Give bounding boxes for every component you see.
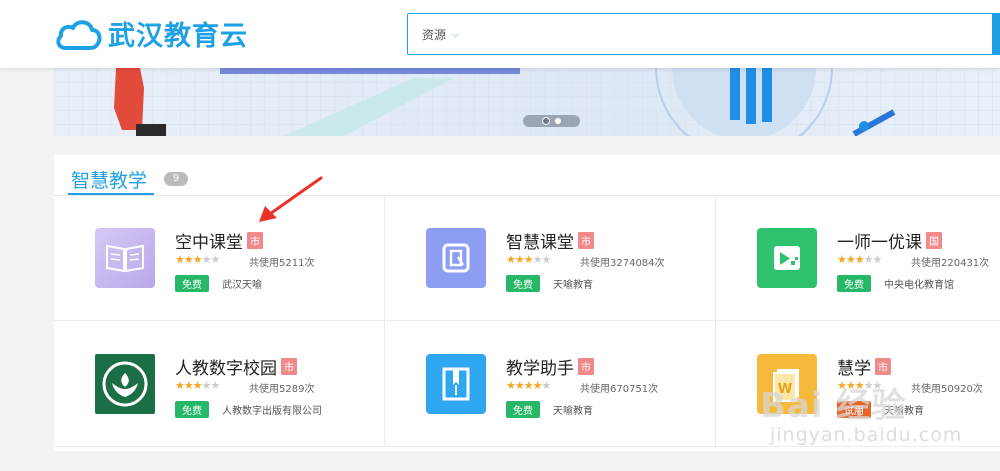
publisher: 武汉天喻 xyxy=(222,280,262,291)
section-header: 智慧教学 9 xyxy=(54,155,1000,196)
price-badge: 免费 xyxy=(506,401,540,418)
watermark-url: jingyan.baidu.com xyxy=(770,424,963,446)
chevron-down-icon: ⌵ xyxy=(452,29,459,40)
publisher: 人教数字出版有限公司 xyxy=(222,406,322,417)
app-card[interactable]: 一师一优课国 ★★★★★ 共使用220431次 免费 中央电化教育馆 xyxy=(716,195,1000,321)
section-title[interactable]: 智慧教学 xyxy=(71,166,147,193)
level-badge: 市 xyxy=(875,358,891,375)
pep-logo-icon xyxy=(95,354,155,414)
carousel-dot[interactable] xyxy=(542,118,549,124)
app-name[interactable]: 空中课堂市 xyxy=(175,228,263,253)
notebook-icon xyxy=(426,354,486,414)
search-bar[interactable]: 资源 ⌵ xyxy=(407,13,1000,55)
section-count-badge: 9 xyxy=(164,172,188,186)
level-badge: 市 xyxy=(247,232,263,249)
search-type-dropdown[interactable]: 资源 ⌵ xyxy=(422,26,459,43)
cloud-icon xyxy=(56,19,102,50)
price-badge: 免费 xyxy=(506,275,540,292)
level-badge: 市 xyxy=(578,358,594,375)
app-name[interactable]: 一师一优课国 xyxy=(837,228,942,253)
price-badge: 免费 xyxy=(175,401,209,418)
app-card[interactable]: 人教数字校园市 ★★★★★ 共使用5289次 免费 人教数字出版有限公司 xyxy=(54,321,385,447)
baidu-watermark: Bai 经验 xyxy=(760,386,907,426)
level-badge: 国 xyxy=(926,232,942,249)
usage-count: 共使用670751次 xyxy=(580,384,659,395)
banner-carousel[interactable] xyxy=(54,68,1000,136)
app-name[interactable]: 人教数字校园市 xyxy=(175,354,297,379)
publisher: 天喻教育 xyxy=(553,280,593,291)
search-type-label: 资源 xyxy=(422,28,447,42)
app-card[interactable]: 空中课堂市 ★★★★★ 共使用5211次 免费 武汉天喻 xyxy=(54,195,385,321)
rating-stars: ★★★★★ xyxy=(506,253,551,266)
app-card[interactable]: 教学助手市 ★★★★★ 共使用670751次 免费 天喻教育 xyxy=(385,321,716,447)
video-icon xyxy=(757,228,817,288)
price-badge: 免费 xyxy=(837,275,871,292)
carousel-indicator xyxy=(523,115,580,127)
app-card[interactable]: 智慧课堂市 ★★★★★ 共使用3274084次 免费 天喻教育 xyxy=(385,195,716,321)
publisher: 中央电化教育馆 xyxy=(884,280,954,291)
price-badge: 免费 xyxy=(175,275,209,292)
site-logo[interactable]: 武汉教育云 xyxy=(54,14,248,53)
rating-stars: ★★★★★ xyxy=(175,253,220,266)
usage-count: 共使用5289次 xyxy=(249,384,315,395)
carousel-dot[interactable] xyxy=(554,118,561,124)
search-button[interactable] xyxy=(992,13,1000,55)
usage-count: 共使用5211次 xyxy=(249,258,315,269)
rating-stars: ★★★★★ xyxy=(837,253,882,266)
annotation-arrow xyxy=(259,176,323,222)
level-badge: 市 xyxy=(578,232,594,249)
app-name[interactable]: 教学助手市 xyxy=(506,354,594,379)
logo-text: 武汉教育云 xyxy=(108,21,248,52)
usage-count: 共使用50920次 xyxy=(911,384,983,395)
usage-count: 共使用220431次 xyxy=(911,258,990,269)
app-name[interactable]: 智慧课堂市 xyxy=(506,228,594,253)
rating-stars: ★★★★★ xyxy=(506,379,551,392)
level-badge: 市 xyxy=(281,358,297,375)
app-name[interactable]: 慧学市 xyxy=(837,354,891,379)
top-header: 武汉教育云 资源 ⌵ xyxy=(0,0,1000,68)
usage-count: 共使用3274084次 xyxy=(580,258,665,269)
screen-icon xyxy=(426,228,486,288)
publisher: 天喻教育 xyxy=(553,406,593,417)
rating-stars: ★★★★★ xyxy=(175,379,220,392)
book-icon xyxy=(95,228,155,288)
